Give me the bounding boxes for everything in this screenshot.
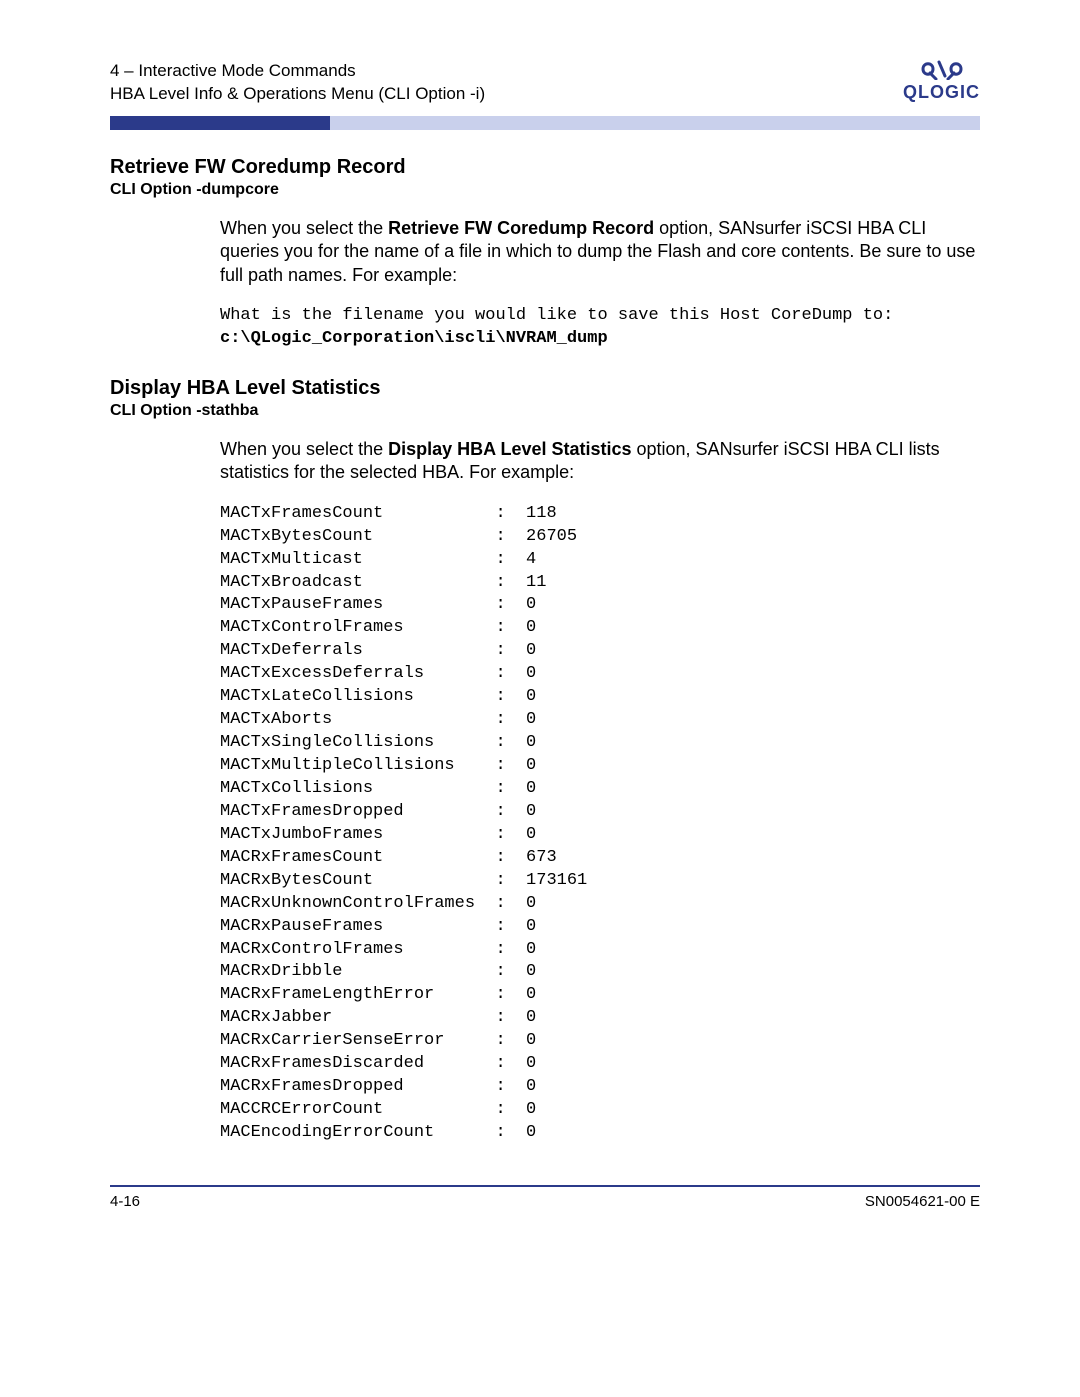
brand-name: QLOGIC [903,82,980,103]
stat-row: MACTxExcessDeferrals : 0 [220,663,980,686]
stat-row: MACRxFramesCount : 673 [220,847,980,870]
stat-row: MACRxFrameLengthError : 0 [220,984,980,1007]
stat-row: MACRxControlFrames : 0 [220,939,980,962]
stats-paragraph: When you select the Display HBA Level St… [220,438,980,485]
page-number: 4-16 [110,1193,140,1210]
coredump-paragraph: When you select the Retrieve FW Coredump… [220,217,980,287]
stat-row: MACTxMulticast : 4 [220,549,980,572]
doc-number: SN0054621-00 E [865,1193,980,1210]
stat-row: MACTxBroadcast : 11 [220,572,980,595]
stat-row: MACRxPauseFrames : 0 [220,916,980,939]
stat-row: MACRxFramesDiscarded : 0 [220,1053,980,1076]
stat-row: MACTxFramesDropped : 0 [220,801,980,824]
stat-row: MACRxUnknownControlFrames : 0 [220,893,980,916]
coredump-example-line1: What is the filename you would like to s… [220,305,980,328]
stats-text-pre: When you select the [220,439,388,459]
page-header: 4 – Interactive Mode Commands HBA Level … [110,60,980,106]
stats-text-bold: Display HBA Level Statistics [388,439,631,459]
coredump-text-bold: Retrieve FW Coredump Record [388,218,654,238]
stat-row: MACTxDeferrals : 0 [220,640,980,663]
stat-row: MACTxFramesCount : 118 [220,503,980,526]
stat-row: MACTxCollisions : 0 [220,778,980,801]
header-text-block: 4 – Interactive Mode Commands HBA Level … [110,60,485,106]
stat-row: MACTxSingleCollisions : 0 [220,732,980,755]
stat-row: MACRxFramesDropped : 0 [220,1076,980,1099]
stat-row: MACRxDribble : 0 [220,961,980,984]
stat-row: MACTxAborts : 0 [220,709,980,732]
cli-option-dumpcore: CLI Option -dumpcore [110,181,980,199]
qlogic-glyph-icon [919,58,965,80]
stat-row: MACRxBytesCount : 173161 [220,870,980,893]
coredump-text-pre: When you select the [220,218,388,238]
stat-row: MACCRCErrorCount : 0 [220,1099,980,1122]
stat-row: MACTxPauseFrames : 0 [220,594,980,617]
stat-row: MACRxJabber : 0 [220,1007,980,1030]
cli-option-stathba: CLI Option -stathba [110,402,980,420]
stat-row: MACRxCarrierSenseError : 0 [220,1030,980,1053]
brand-logo: QLOGIC [903,58,980,103]
header-section: HBA Level Info & Operations Menu (CLI Op… [110,83,485,106]
header-chapter: 4 – Interactive Mode Commands [110,60,485,83]
stat-row: MACTxBytesCount : 26705 [220,526,980,549]
section-heading-stats: Display HBA Level Statistics [110,377,980,400]
stat-row: MACTxLateCollisions : 0 [220,686,980,709]
stat-row: MACEncodingErrorCount : 0 [220,1122,980,1145]
stat-row: MACTxMultipleCollisions : 0 [220,755,980,778]
stats-output-block: MACTxFramesCount : 118MACTxBytesCount : … [220,503,980,1145]
page-footer: 4-16 SN0054621-00 E [110,1185,980,1210]
stat-row: MACTxJumboFrames : 0 [220,824,980,847]
stat-row: MACTxControlFrames : 0 [220,617,980,640]
header-rule [110,116,980,130]
section-heading-coredump: Retrieve FW Coredump Record [110,156,980,179]
coredump-example-line2: c:\QLogic_Corporation\iscli\NVRAM_dump [220,328,980,351]
